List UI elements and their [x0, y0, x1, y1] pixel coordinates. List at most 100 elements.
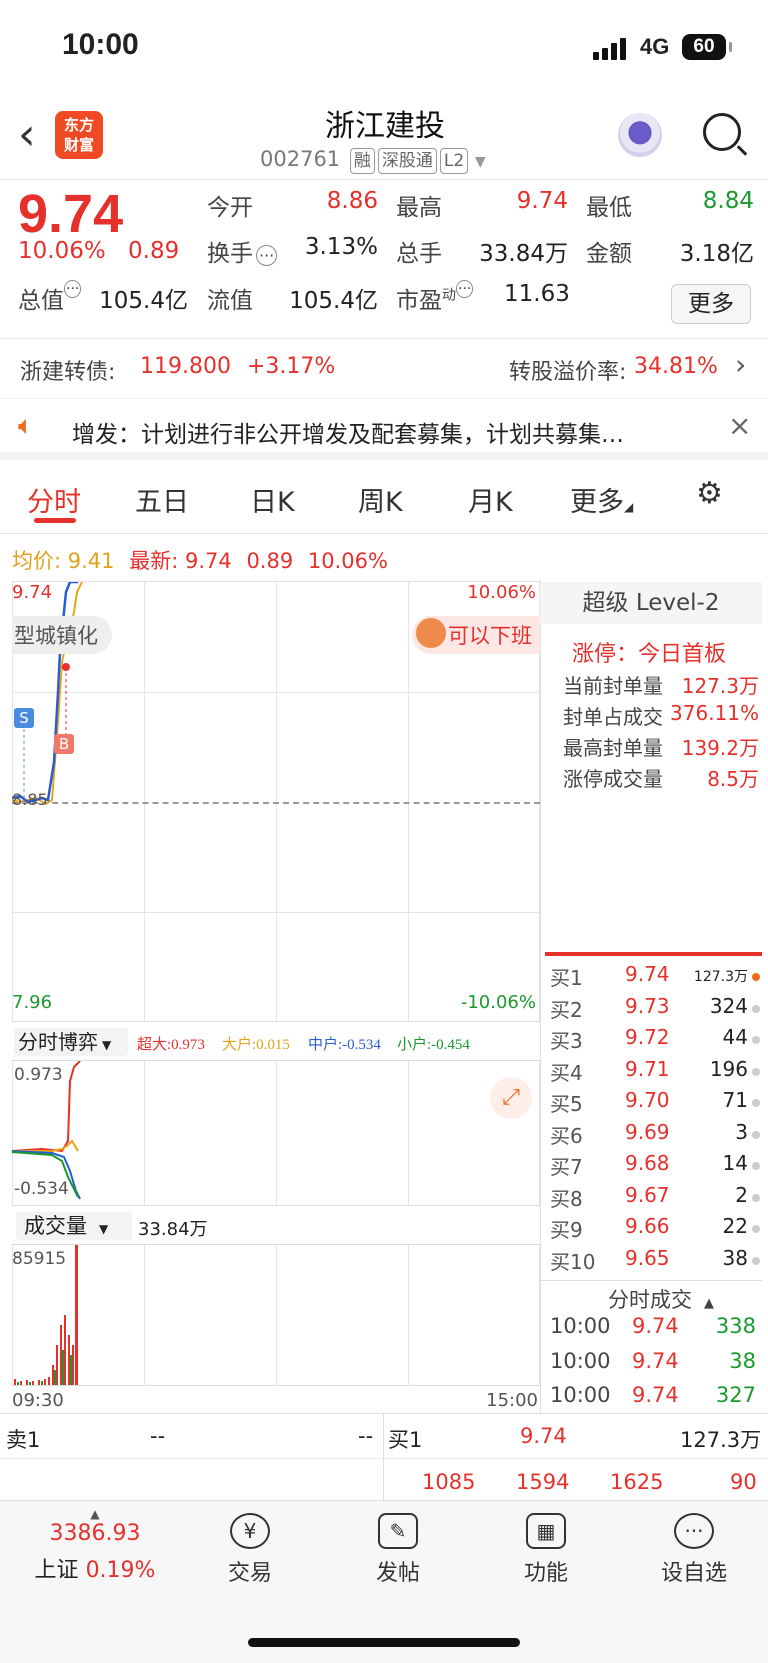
index-ticker[interactable]: ▲ 3386.93 上证 0.19% — [25, 1507, 165, 1584]
tick-row: 10:00 9.74 327 — [550, 1383, 760, 1415]
dropdown-icon[interactable]: ▼ — [475, 154, 486, 170]
gear-icon[interactable]: ⚙ — [696, 476, 723, 511]
grid-icon: ▦ — [526, 1513, 566, 1549]
order-level: 买2 — [550, 997, 583, 1022]
search-icon[interactable] — [703, 113, 741, 151]
time-axis: 09:30 15:00 — [12, 1385, 540, 1413]
time-start: 09:30 — [12, 1390, 64, 1411]
small-value: 小户:-0.454 — [397, 1037, 470, 1053]
tab-daily-k[interactable]: 日K — [250, 480, 295, 519]
volume-total: 33.84万 — [138, 1219, 208, 1240]
float-value: 105.4亿 — [289, 288, 378, 314]
margin-tag: 融 — [349, 148, 375, 174]
float-label: 流值 — [207, 288, 253, 314]
tick-price: 9.74 — [632, 1314, 679, 1338]
sell1-price: -- — [150, 1424, 166, 1448]
back-icon[interactable]: ‹ — [18, 113, 36, 157]
chevron-down-icon: ▼ — [102, 1038, 112, 1052]
stock-code-row[interactable]: 002761 融深股通 L2 ▼ — [260, 147, 486, 174]
low-value: 8.84 — [702, 188, 754, 214]
info-icon[interactable]: ··· — [256, 245, 278, 266]
order-row[interactable]: 买10 9.65 38 — [550, 1246, 760, 1277]
volume-chart[interactable]: 85915 — [12, 1245, 540, 1385]
open-label: 今开 — [207, 195, 253, 221]
tab-monthly-k[interactable]: 月K — [468, 480, 513, 519]
game-header: 分时博弈 ▼ 超大:0.973 大户:0.015 中户:-0.534 小户:-0.… — [12, 1021, 540, 1061]
stock-name: 浙江建投 — [325, 109, 445, 144]
notice-bar[interactable]: 🔈︎ 增发：计划进行非公开增发及配套募集，计划共募集… × — [0, 398, 768, 460]
more-button[interactable]: 更多 — [671, 284, 751, 324]
queue-vol-2: 1594 — [516, 1470, 570, 1494]
level2-title[interactable]: 超级 Level-2 — [540, 582, 762, 624]
nav-functions[interactable]: ▦ 功能 — [486, 1513, 606, 1587]
clock: 10:00 — [62, 28, 139, 61]
volume-select[interactable]: 成交量 ▼ — [16, 1212, 132, 1240]
buy-marker[interactable]: B — [54, 734, 74, 754]
close-icon[interactable]: × — [728, 409, 751, 442]
order-volume: 22 — [722, 1214, 748, 1238]
tick-time: 10:00 — [550, 1383, 611, 1407]
level2-stat-value: 376.11% — [670, 701, 759, 725]
convertible-bond-row[interactable]: 浙建转债: 119.800 +3.17% 转股溢价率: 34.81% › — [0, 340, 768, 394]
order-row[interactable]: 买8 9.67 2 — [550, 1183, 760, 1214]
avg-value: 9.41 — [67, 549, 115, 573]
chart-bottom-left: 7.96 — [12, 992, 53, 1013]
order-level: 买4 — [550, 1060, 583, 1085]
panel-divider — [540, 580, 541, 1413]
tab-intraday[interactable]: 分时 — [27, 480, 81, 519]
order-row[interactable]: 买6 9.69 3 — [550, 1120, 760, 1151]
order-dot — [752, 973, 760, 981]
order-row[interactable]: 买4 9.71 196 — [550, 1057, 760, 1088]
nav-trade[interactable]: ¥ 交易 — [190, 1513, 310, 1587]
tick-time: 10:00 — [550, 1314, 611, 1338]
order-row[interactable]: 买9 9.66 22 — [550, 1214, 760, 1245]
nav-post-label: 发帖 — [375, 1561, 420, 1586]
mcap-label: 总值 ··· — [18, 280, 82, 315]
chart-top-left: 9.74 — [12, 582, 53, 603]
assistant-avatar-icon[interactable] — [618, 113, 662, 157]
nav-functions-label: 功能 — [523, 1561, 568, 1586]
intraday-chart[interactable]: 9.74 10.06% 7.96 -10.06% 8.85 型城镇化 可以下班 … — [12, 581, 540, 1022]
order-volume: 3 — [735, 1119, 748, 1144]
tab-more[interactable]: 更多◢ — [570, 480, 633, 519]
order-price: 9.66 — [625, 1214, 670, 1238]
app-logo[interactable]: 东方财富 — [55, 111, 103, 159]
latest-pct: 10.06% — [307, 549, 388, 573]
mcap-label-text: 总值 — [18, 288, 64, 314]
bottom-quote-strip: 卖1 -- -- 买1 9.74 127.3万 1085 1594 1625 9… — [0, 1413, 768, 1502]
info-icon[interactable]: ··· — [456, 280, 474, 298]
level2-stat-row: 封单占成交 376.11% — [563, 701, 763, 731]
open-value: 8.86 — [326, 188, 378, 214]
expand-icon[interactable]: ⤢ — [490, 1077, 532, 1119]
nav-watchlist[interactable]: ··· 设自选 — [634, 1513, 754, 1587]
tab-5day[interactable]: 五日 — [135, 480, 189, 519]
order-row[interactable]: 买2 9.73 324 — [550, 994, 760, 1025]
mid-value: 中户:-0.534 — [308, 1037, 381, 1053]
info-icon[interactable]: ··· — [64, 280, 82, 298]
concept-tag[interactable]: 型城镇化 — [12, 616, 112, 654]
sell-marker[interactable]: S — [14, 708, 34, 728]
order-volume: 196 — [709, 1056, 748, 1081]
battery-icon: 60 — [682, 34, 732, 60]
game-select[interactable]: 分时博弈 ▼ — [14, 1028, 128, 1056]
order-dot — [752, 1256, 760, 1265]
nav-watchlist-label: 设自选 — [660, 1561, 727, 1586]
stock-header: ‹ 东方财富 浙江建投 002761 融深股通 L2 ▼ — [0, 95, 768, 180]
chevron-down-icon: ◢ — [624, 500, 634, 514]
ticks-title[interactable]: 分时成交 ▲ — [608, 1284, 714, 1314]
tab-weekly-k[interactable]: 周K — [358, 480, 403, 519]
last-price: 9.74 — [18, 184, 124, 244]
order-row[interactable]: 买5 9.70 71 — [550, 1088, 760, 1119]
game-chart[interactable]: 0.973 -0.534 ⤢ — [12, 1061, 540, 1205]
tick-time: 10:00 — [550, 1348, 611, 1373]
order-row[interactable]: 买1 9.74 127.3万 — [550, 962, 760, 993]
order-row[interactable]: 买3 9.72 44 — [550, 1025, 760, 1056]
bond-name: 浙建转债: — [20, 360, 116, 385]
turnover-label: 换手 ··· — [207, 234, 278, 268]
avg-label: 均价: — [12, 549, 62, 573]
sell1-label: 卖1 — [6, 1428, 41, 1452]
order-price: 9.72 — [625, 1025, 670, 1049]
level2-stat-row: 最高封单量 139.2万 — [563, 732, 763, 762]
nav-post[interactable]: ✎ 发帖 — [338, 1513, 458, 1587]
order-row[interactable]: 买7 9.68 14 — [550, 1151, 760, 1182]
